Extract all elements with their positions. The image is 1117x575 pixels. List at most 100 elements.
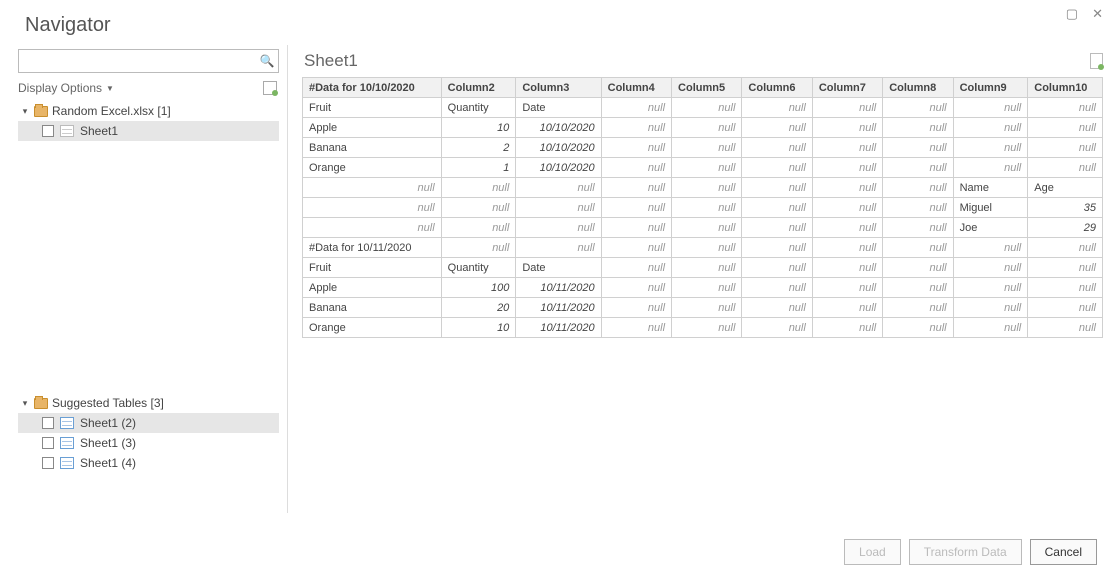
table-cell: null bbox=[812, 258, 882, 278]
display-options-dropdown[interactable]: Display Options ▼ bbox=[18, 81, 114, 95]
table-cell: null bbox=[953, 138, 1028, 158]
table-cell: Date bbox=[516, 258, 601, 278]
table-cell: 10/10/2020 bbox=[516, 138, 601, 158]
table-cell: null bbox=[601, 98, 671, 118]
table-icon bbox=[60, 457, 74, 469]
table-cell: null bbox=[672, 218, 742, 238]
table-cell: null bbox=[883, 238, 953, 258]
table-cell: null bbox=[303, 198, 442, 218]
table-cell: Fruit bbox=[303, 258, 442, 278]
checkbox[interactable] bbox=[42, 417, 54, 429]
caret-down-icon: ▾ bbox=[20, 398, 30, 409]
column-header[interactable]: Column10 bbox=[1028, 78, 1103, 98]
search-icon[interactable]: 🔍 bbox=[256, 54, 278, 68]
search-input[interactable] bbox=[19, 54, 256, 68]
table-row: FruitQuantityDatenullnullnullnullnullnul… bbox=[303, 258, 1103, 278]
tree-folder-suggested[interactable]: ▾ Suggested Tables [3] bbox=[18, 393, 279, 413]
table-cell: null bbox=[516, 218, 601, 238]
table-cell: null bbox=[672, 198, 742, 218]
column-header[interactable]: Column2 bbox=[441, 78, 516, 98]
table-row: Banana210/10/2020nullnullnullnullnullnul… bbox=[303, 138, 1103, 158]
table-row: Apple1010/10/2020nullnullnullnullnullnul… bbox=[303, 118, 1103, 138]
table-cell: null bbox=[812, 318, 882, 338]
transform-data-button[interactable]: Transform Data bbox=[909, 539, 1022, 565]
table-cell: null bbox=[601, 258, 671, 278]
preview-title: Sheet1 bbox=[304, 51, 358, 71]
table-cell: 29 bbox=[1028, 218, 1103, 238]
table-row: Orange110/10/2020nullnullnullnullnullnul… bbox=[303, 158, 1103, 178]
tree-item-label: Sheet1 (3) bbox=[80, 436, 136, 450]
tree-item[interactable]: Sheet1 (2) bbox=[18, 413, 279, 433]
load-button[interactable]: Load bbox=[844, 539, 901, 565]
column-header[interactable]: Column8 bbox=[883, 78, 953, 98]
table-cell: null bbox=[883, 298, 953, 318]
table-cell: 10/11/2020 bbox=[516, 298, 601, 318]
checkbox[interactable] bbox=[42, 437, 54, 449]
table-cell: null bbox=[812, 178, 882, 198]
checkbox[interactable] bbox=[42, 125, 54, 137]
table-cell: null bbox=[672, 98, 742, 118]
table-cell: null bbox=[812, 278, 882, 298]
refresh-icon[interactable] bbox=[263, 81, 277, 95]
table-cell: 10/11/2020 bbox=[516, 318, 601, 338]
window-title: Navigator bbox=[0, 0, 1117, 45]
table-cell: Quantity bbox=[441, 98, 516, 118]
table-cell: null bbox=[1028, 158, 1103, 178]
table-icon bbox=[60, 437, 74, 449]
table-cell: null bbox=[516, 198, 601, 218]
table-cell: 10 bbox=[441, 318, 516, 338]
table-cell: null bbox=[742, 118, 812, 138]
checkbox[interactable] bbox=[42, 457, 54, 469]
table-cell: null bbox=[672, 278, 742, 298]
table-icon bbox=[60, 417, 74, 429]
column-header[interactable]: Column6 bbox=[742, 78, 812, 98]
table-cell: Miguel bbox=[953, 198, 1028, 218]
preview-panel: Sheet1 #Data for 10/10/2020Column2Column… bbox=[288, 45, 1117, 513]
table-cell: null bbox=[883, 278, 953, 298]
table-cell: null bbox=[672, 138, 742, 158]
column-header[interactable]: Column3 bbox=[516, 78, 601, 98]
tree-item[interactable]: Sheet1 (4) bbox=[18, 453, 279, 473]
search-input-wrap[interactable]: 🔍 bbox=[18, 49, 279, 73]
column-header[interactable]: Column4 bbox=[601, 78, 671, 98]
table-cell: null bbox=[742, 298, 812, 318]
column-header[interactable]: Column5 bbox=[672, 78, 742, 98]
sheet-preview-icon[interactable] bbox=[1090, 53, 1103, 69]
cancel-button[interactable]: Cancel bbox=[1030, 539, 1097, 565]
table-cell: null bbox=[742, 178, 812, 198]
table-cell: Joe bbox=[953, 218, 1028, 238]
table-cell: 35 bbox=[1028, 198, 1103, 218]
column-header[interactable]: #Data for 10/10/2020 bbox=[303, 78, 442, 98]
table-cell: null bbox=[953, 318, 1028, 338]
maximize-icon[interactable]: ▢ bbox=[1066, 6, 1078, 22]
table-cell: null bbox=[601, 298, 671, 318]
table-cell: 10/11/2020 bbox=[516, 278, 601, 298]
table-cell: null bbox=[742, 218, 812, 238]
table-cell: null bbox=[883, 118, 953, 138]
column-header[interactable]: Column7 bbox=[812, 78, 882, 98]
table-cell: null bbox=[672, 158, 742, 178]
table-cell: 10/10/2020 bbox=[516, 158, 601, 178]
tree-folder-workbook[interactable]: ▾ Random Excel.xlsx [1] bbox=[18, 101, 279, 121]
table-cell: Banana bbox=[303, 138, 442, 158]
tree-item[interactable]: Sheet1 bbox=[18, 121, 279, 141]
table-cell: null bbox=[1028, 298, 1103, 318]
folder-icon bbox=[34, 398, 48, 409]
table-cell: null bbox=[812, 298, 882, 318]
table-cell: Quantity bbox=[441, 258, 516, 278]
table-cell: null bbox=[1028, 258, 1103, 278]
column-header[interactable]: Column9 bbox=[953, 78, 1028, 98]
table-cell: null bbox=[441, 238, 516, 258]
table-cell: null bbox=[601, 318, 671, 338]
table-cell: null bbox=[812, 118, 882, 138]
table-cell: null bbox=[1028, 318, 1103, 338]
table-cell: null bbox=[742, 158, 812, 178]
table-cell: Name bbox=[953, 178, 1028, 198]
table-cell: null bbox=[672, 118, 742, 138]
tree-item[interactable]: Sheet1 (3) bbox=[18, 433, 279, 453]
table-cell: null bbox=[303, 178, 442, 198]
tree-item-label: Sheet1 bbox=[80, 124, 118, 138]
table-cell: null bbox=[812, 198, 882, 218]
close-icon[interactable]: ✕ bbox=[1092, 6, 1103, 22]
table-cell: null bbox=[303, 218, 442, 238]
